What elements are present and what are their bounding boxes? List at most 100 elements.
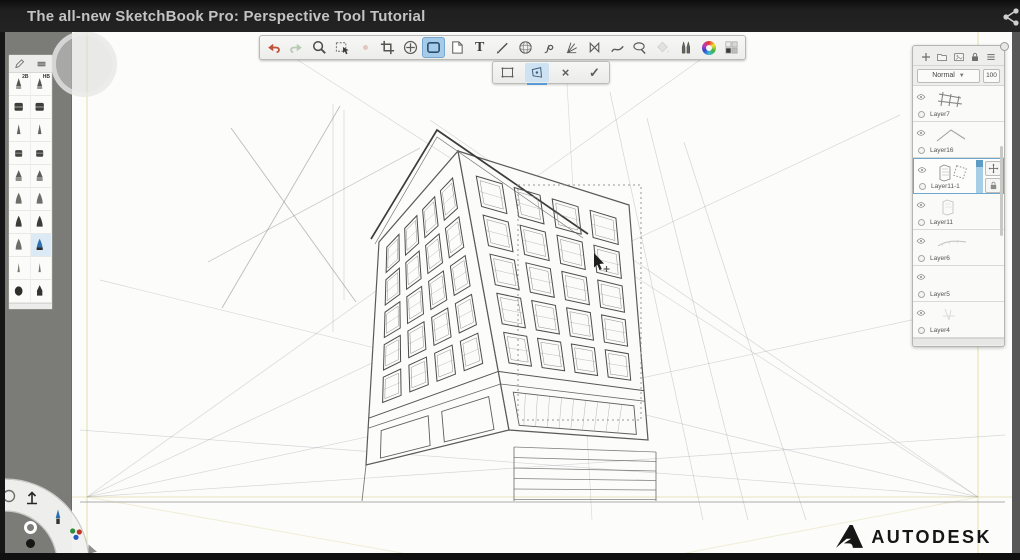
lagoon-colors-icon[interactable] — [67, 525, 85, 543]
eraser-tab-icon[interactable] — [35, 57, 48, 70]
layer-row[interactable]: Layer5 — [913, 266, 1004, 302]
brush-swatch[interactable] — [31, 188, 53, 211]
select-tool[interactable] — [331, 37, 354, 58]
flip-tool[interactable] — [445, 37, 468, 58]
layer-name: Layer7 — [930, 111, 950, 118]
chevron-down-icon: ▼ — [959, 73, 965, 79]
transform-tool[interactable] — [422, 37, 445, 58]
eye-icon[interactable] — [916, 233, 926, 241]
brush-swatch[interactable] — [9, 188, 31, 211]
layer-lock-icon[interactable] — [969, 50, 981, 62]
opacity-value: 100 — [986, 72, 997, 79]
layer-lock-button[interactable] — [985, 178, 1001, 193]
layer-radio[interactable] — [918, 219, 925, 226]
main-toolbar: T — [259, 35, 746, 60]
layers-header — [913, 46, 1004, 66]
selected-layer-buttons — [985, 161, 1001, 193]
lasso-tool[interactable] — [629, 37, 652, 58]
layer-folder-icon[interactable] — [936, 50, 948, 62]
eye-icon[interactable] — [916, 125, 926, 133]
perspective-subtool[interactable] — [525, 63, 549, 82]
layer-radio[interactable] — [918, 111, 925, 118]
brush-grid: 2BHB — [9, 73, 52, 303]
brush-swatch[interactable] — [9, 234, 31, 257]
brush-swatch[interactable] — [9, 257, 31, 280]
brush-swatch[interactable] — [9, 119, 31, 142]
brush-swatch[interactable] — [31, 257, 53, 280]
sphere-guide-tool[interactable] — [514, 37, 537, 58]
lagoon-black-dot[interactable] — [26, 539, 35, 548]
eye-icon[interactable] — [916, 89, 926, 97]
perspective-subtoolbar: ×✓ — [492, 61, 610, 84]
lagoon-transform-icon[interactable] — [23, 489, 41, 507]
brush-swatch[interactable] — [31, 211, 53, 234]
lagoon-white-ring[interactable] — [24, 521, 37, 534]
zoom-tool[interactable] — [308, 37, 331, 58]
brush-swatch[interactable] — [31, 165, 53, 188]
symmetry-tool[interactable] — [583, 37, 606, 58]
drawing-canvas[interactable] — [5, 32, 1012, 553]
color-wheel-tool[interactable] — [697, 37, 720, 58]
pencil-tab-icon[interactable] — [13, 57, 26, 70]
layer-row[interactable]: Layer4 — [913, 302, 1004, 338]
fill-tool[interactable] — [651, 37, 674, 58]
pencil-line-tool[interactable] — [491, 37, 514, 58]
brush-swatch[interactable] — [9, 211, 31, 234]
eye-icon[interactable] — [916, 269, 926, 277]
layer-radio[interactable] — [919, 183, 926, 190]
eye-icon[interactable] — [917, 162, 927, 170]
blend-mode-select[interactable]: Normal ▼ — [917, 69, 980, 83]
color-sample-tool[interactable] — [354, 37, 377, 58]
crop-tool[interactable] — [377, 37, 400, 58]
layer-move-button[interactable] — [985, 161, 1001, 176]
share-icon[interactable] — [1000, 6, 1020, 28]
brush-swatch[interactable] — [9, 165, 31, 188]
brush-swatch[interactable]: HB — [31, 73, 53, 96]
add-layer-icon[interactable] — [920, 50, 932, 62]
layers-settings-icon[interactable] — [1000, 42, 1009, 51]
brush-swatch[interactable] — [9, 96, 31, 119]
french-curve-tool[interactable] — [537, 37, 560, 58]
layer-row[interactable]: Layer11 — [913, 194, 1004, 230]
brush-swatch[interactable] — [9, 280, 31, 303]
brush-swatch[interactable] — [31, 142, 53, 165]
layer-row[interactable]: Layer16 — [913, 122, 1004, 158]
layer-radio[interactable] — [918, 255, 925, 262]
opacity-field[interactable]: 100 — [983, 69, 1000, 83]
ruler-fan-tool[interactable] — [560, 37, 583, 58]
brush-pair-tool[interactable] — [674, 37, 697, 58]
eye-icon[interactable] — [916, 305, 926, 313]
layer-menu-icon[interactable] — [985, 50, 997, 62]
text-tool[interactable]: T — [468, 37, 491, 58]
layer-radio[interactable] — [918, 147, 925, 154]
layer-row[interactable]: Layer6 — [913, 230, 1004, 266]
blend-row: Normal ▼ 100 — [913, 66, 1004, 86]
swatches-tool[interactable] — [720, 37, 743, 58]
brush-swatch[interactable] — [31, 96, 53, 119]
redo-tool[interactable] — [285, 37, 308, 58]
autodesk-wordmark: AUTODESK — [871, 527, 992, 548]
layer-row[interactable]: Layer11-1 — [913, 158, 1004, 194]
brush-palette: 2BHB — [8, 54, 53, 310]
undo-tool[interactable] — [262, 37, 285, 58]
brush-swatch[interactable] — [9, 142, 31, 165]
layer-name: Layer5 — [930, 291, 950, 298]
brush-swatch[interactable] — [31, 119, 53, 142]
brush-swatch[interactable] — [31, 280, 53, 303]
cancel-subtool[interactable]: × — [554, 63, 578, 82]
layer-radio[interactable] — [918, 291, 925, 298]
layer-image-icon[interactable] — [953, 50, 965, 62]
frame-left-edge — [0, 32, 5, 553]
layers-scrollbar[interactable] — [1000, 146, 1003, 236]
bbox-subtool[interactable] — [496, 63, 520, 82]
layer-radio[interactable] — [918, 327, 925, 334]
eye-icon[interactable] — [916, 197, 926, 205]
brush-swatch[interactable] — [31, 234, 53, 257]
pan-tool[interactable] — [399, 37, 422, 58]
layer-thumbnail — [931, 124, 971, 146]
lagoon-brush-icon[interactable] — [49, 508, 67, 526]
curve-stroke-tool[interactable] — [606, 37, 629, 58]
brush-swatch[interactable]: 2B — [9, 73, 31, 96]
accept-subtool[interactable]: ✓ — [583, 63, 607, 82]
layer-row[interactable]: Layer7 — [913, 86, 1004, 122]
